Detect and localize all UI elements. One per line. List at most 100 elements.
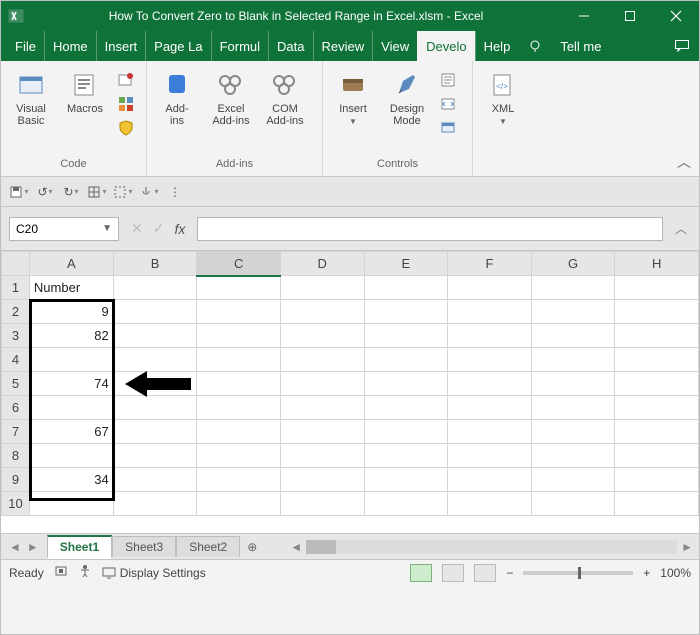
macro-recorder-icon[interactable] (54, 564, 68, 581)
enter-formula-icon[interactable]: ✓ (153, 220, 165, 237)
cell-A8[interactable] (29, 444, 113, 468)
cell-A4[interactable] (29, 348, 113, 372)
col-header-F[interactable]: F (448, 252, 532, 276)
tab-developer[interactable]: Develo (417, 31, 474, 61)
col-header-B[interactable]: B (113, 252, 197, 276)
touch-mode-icon[interactable] (139, 182, 159, 202)
lightbulb-icon[interactable] (518, 31, 552, 61)
macro-security-icon[interactable] (115, 117, 137, 139)
grid[interactable]: A B C D E F G H 1Number 29 382 4 574 6 7… (1, 251, 699, 516)
design-mode-button[interactable]: Design Mode (383, 65, 431, 127)
tab-view[interactable]: View (372, 31, 417, 61)
cell-A2[interactable]: 9 (29, 300, 113, 324)
tab-formulas[interactable]: Formul (211, 31, 268, 61)
formula-bar[interactable] (197, 217, 663, 241)
close-button[interactable] (653, 1, 699, 31)
tab-help[interactable]: Help (475, 31, 519, 61)
comments-icon[interactable] (665, 31, 699, 61)
display-settings-button[interactable]: Display Settings (102, 566, 206, 580)
row-header[interactable]: 6 (2, 396, 30, 420)
maximize-button[interactable] (607, 1, 653, 31)
cancel-formula-icon[interactable]: ✕ (131, 220, 143, 237)
row-header[interactable]: 4 (2, 348, 30, 372)
expand-formula-bar-icon[interactable]: ︿ (671, 220, 691, 237)
window-title: How To Convert Zero to Blank in Selected… (31, 9, 561, 23)
zoom-out-button[interactable]: − (506, 566, 513, 580)
com-addins-icon (269, 69, 301, 101)
page-layout-view-button[interactable] (442, 564, 464, 582)
zoom-level[interactable]: 100% (660, 566, 691, 580)
addins-label: Add- ins (165, 103, 188, 127)
zoom-in-button[interactable]: + (643, 566, 650, 580)
tab-nav-prev-icon[interactable]: ◄ (9, 540, 21, 554)
name-box[interactable]: C20 ▼ (9, 217, 119, 241)
cell-A9[interactable]: 34 (29, 468, 113, 492)
col-header-E[interactable]: E (364, 252, 448, 276)
scroll-left-icon[interactable]: ◄ (290, 540, 302, 554)
horizontal-scrollbar[interactable] (306, 540, 677, 554)
cell-A5[interactable]: 74 (29, 372, 113, 396)
row-header[interactable]: 5 (2, 372, 30, 396)
tab-review[interactable]: Review (313, 31, 373, 61)
use-relative-refs-icon[interactable] (115, 93, 137, 115)
minimize-button[interactable] (561, 1, 607, 31)
new-sheet-button[interactable]: ⊕ (240, 540, 264, 554)
qat-customize-icon[interactable]: ⋮ (165, 182, 185, 202)
tab-nav-next-icon[interactable]: ► (27, 540, 39, 554)
redo-icon[interactable]: ↻ (61, 182, 81, 202)
row-header[interactable]: 7 (2, 420, 30, 444)
fx-icon[interactable]: fx (174, 221, 185, 237)
collapse-ribbon-button[interactable]: ︿ (677, 152, 691, 172)
insert-control-button[interactable]: Insert ▼ (329, 65, 377, 126)
col-header-A[interactable]: A (29, 252, 113, 276)
cell-A1[interactable]: Number (29, 276, 113, 300)
xml-button[interactable]: </> XML ▼ (479, 65, 527, 126)
spreadsheet[interactable]: A B C D E F G H 1Number 29 382 4 574 6 7… (1, 251, 699, 533)
col-header-G[interactable]: G (531, 252, 615, 276)
undo-icon[interactable]: ↺ (35, 182, 55, 202)
cell-A7[interactable]: 67 (29, 420, 113, 444)
view-code-icon[interactable] (437, 93, 459, 115)
record-macro-icon[interactable] (115, 69, 137, 91)
sheet-tab-sheet3[interactable]: Sheet3 (112, 536, 176, 557)
cell-A6[interactable] (29, 396, 113, 420)
tell-me[interactable]: Tell me (552, 31, 609, 61)
sheet-tab-sheet1[interactable]: Sheet1 (47, 535, 112, 559)
com-addins-button[interactable]: COM Add-ins (261, 65, 309, 127)
scroll-right-icon[interactable]: ► (681, 540, 693, 554)
row-header[interactable]: 9 (2, 468, 30, 492)
tab-home[interactable]: Home (44, 31, 96, 61)
visual-basic-button[interactable]: Visual Basic (7, 65, 55, 127)
macros-button[interactable]: Macros (61, 65, 109, 115)
sheet-tab-sheet2[interactable]: Sheet2 (176, 536, 240, 557)
excel-addins-button[interactable]: Excel Add-ins (207, 65, 255, 127)
table-icon[interactable] (87, 182, 107, 202)
cell-A3[interactable]: 82 (29, 324, 113, 348)
tab-file[interactable]: File (1, 31, 44, 61)
borders-icon[interactable] (113, 182, 133, 202)
col-header-C[interactable]: C (197, 252, 281, 276)
cell[interactable] (113, 276, 197, 300)
addins-button[interactable]: Add- ins (153, 65, 201, 127)
col-header-H[interactable]: H (615, 252, 699, 276)
row-header[interactable]: 8 (2, 444, 30, 468)
row-header[interactable]: 2 (2, 300, 30, 324)
row-header[interactable]: 1 (2, 276, 30, 300)
normal-view-button[interactable] (410, 564, 432, 582)
row-header[interactable]: 10 (2, 492, 30, 516)
select-all-corner[interactable] (2, 252, 30, 276)
cell-A10[interactable] (29, 492, 113, 516)
accessibility-icon[interactable] (78, 564, 92, 581)
name-box-value: C20 (16, 222, 38, 236)
tab-insert[interactable]: Insert (96, 31, 146, 61)
run-dialog-icon[interactable] (437, 117, 459, 139)
tab-pagelayout[interactable]: Page La (145, 31, 210, 61)
row-header[interactable]: 3 (2, 324, 30, 348)
col-header-D[interactable]: D (280, 252, 364, 276)
zoom-slider[interactable] (523, 571, 633, 575)
properties-icon[interactable] (437, 69, 459, 91)
macros-icon (69, 69, 101, 101)
save-icon[interactable] (9, 182, 29, 202)
tab-data[interactable]: Data (268, 31, 312, 61)
page-break-view-button[interactable] (474, 564, 496, 582)
